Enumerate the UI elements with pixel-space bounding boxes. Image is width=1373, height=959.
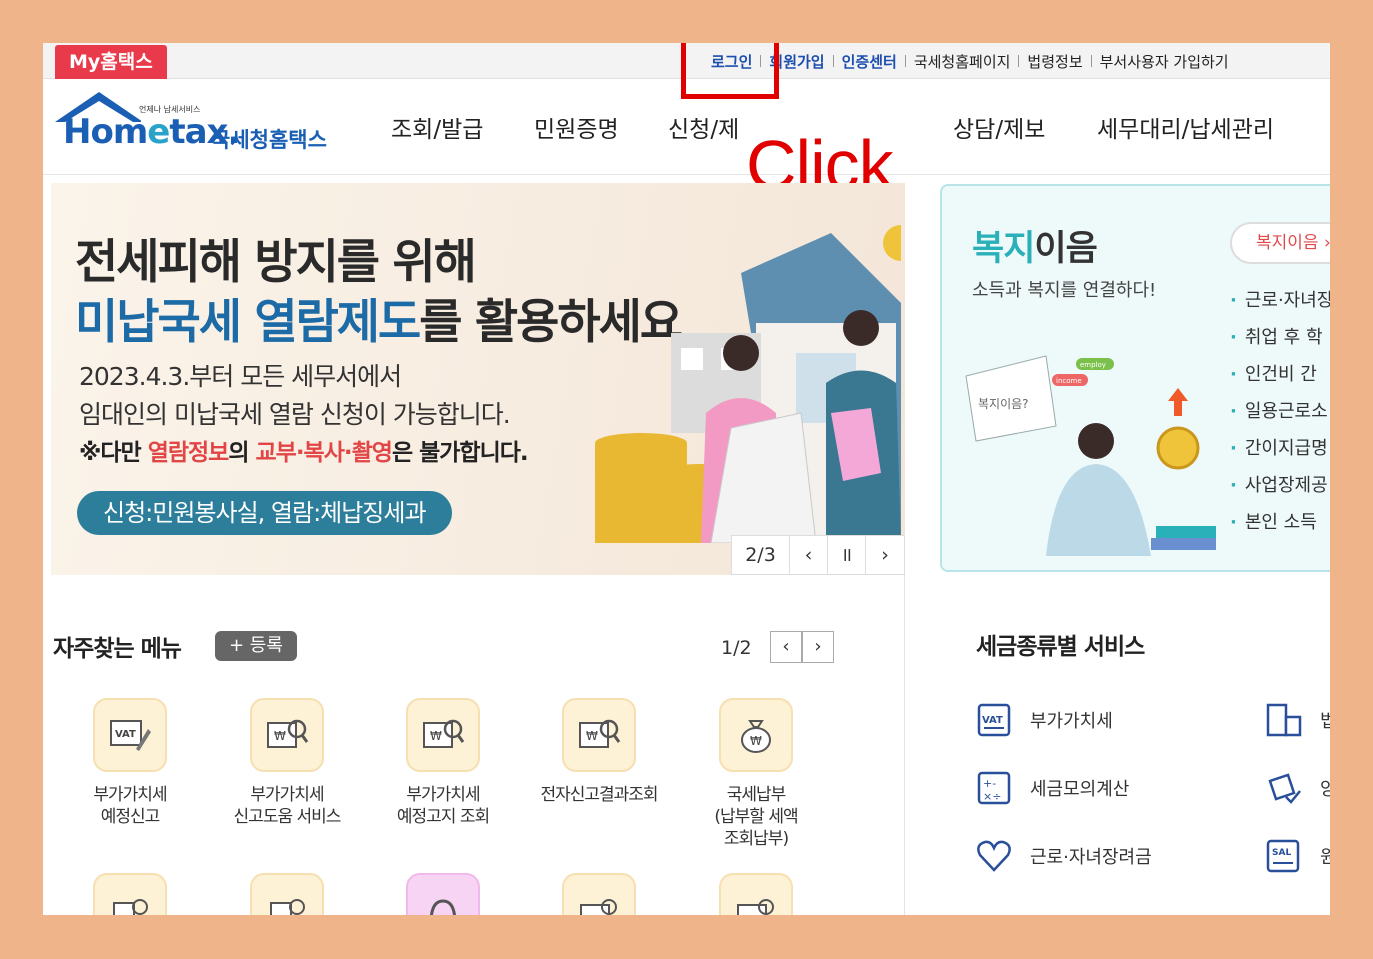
frequent-menu-item[interactable]: ₩ 부가가치세 신고도움 서비스 [212,698,362,828]
welfare-list-item[interactable]: 사업장제공 [1230,471,1330,508]
welfare-list-item[interactable]: 취업 후 학 [1230,323,1330,360]
tax-service-simulator[interactable]: +- ×÷ 세금모의계산 [976,768,1129,808]
svg-text:SAL: SAL [1272,848,1291,858]
nav-inquiry-issue[interactable]: 조회/발급 [391,110,483,144]
column-divider [904,575,905,915]
welfare-list-item[interactable]: 간이지급명 [1230,434,1330,471]
tax-service-label: 부가가치세 [1030,711,1113,732]
welfare-button[interactable]: 복지이음 › [1230,222,1330,264]
main-banner[interactable]: 전세피해 방지를 위해 미납국세 열람제도를 활용하세요 2023.4.3.부터… [51,183,905,575]
welfare-illustration: 복지이음? income employ [965,355,1216,556]
tax-service-label: 양 [1320,779,1330,800]
frequent-menu-label: 부가가치세 예정고지 조회 [396,785,490,827]
banner-title-line1: 전세피해 방지를 위해 [75,235,477,290]
banner-text-line2: 임대인의 미납국세 열람 신청이 가능합니다. [79,400,511,429]
nav-consult-report[interactable]: 상담/제보 [953,110,1045,144]
utility-links: 로그인 회원가입 인증센터 국세청홈페이지 법령정보 부서사용자 가입하기 [703,43,1237,79]
banner-controls: 2/3 ‹ ॥ › [731,535,905,575]
document-check-icon [1266,770,1302,806]
svg-text:₩: ₩ [274,729,286,743]
welfare-subtitle: 소득과 복지를 연결하다! [972,280,1157,301]
tax-service-earned-income-credit[interactable]: 근로·자녀장려금 [976,836,1152,876]
tax-service-label: 근로·자녀장려금 [1030,847,1152,868]
frequent-menu-label: 부가가치세 신고도움 서비스 [233,785,342,827]
welfare-list: 근로·자녀장 취업 후 학 인건비 간 일용근로소 간이지급명 사업장제공 본인… [1230,286,1330,545]
frequent-pager: 1/2 [721,637,752,659]
register-button[interactable]: + 등록 [215,631,297,661]
svg-text:₩: ₩ [430,729,442,743]
svg-text:₩: ₩ [750,734,762,748]
nav-civil-certificate[interactable]: 민원증명 [534,110,619,144]
won-search-icon: ₩ [250,698,324,772]
banner-text-line1: 2023.4.3.부터 모든 세무서에서 [79,362,402,391]
nts-homepage-link[interactable]: 국세청홈페이지 [906,51,1019,72]
dept-user-signup-link[interactable]: 부서사용자 가입하기 [1092,51,1237,72]
my-hometax-tab[interactable]: My홈택스 [55,45,167,79]
welfare-list-item[interactable]: 근로·자녀장 [1230,286,1330,323]
law-info-link[interactable]: 법령정보 [1019,51,1090,72]
building-search-icon[interactable] [93,873,167,915]
nav-application[interactable]: 신청/제 [668,110,739,144]
frequent-menu-title: 자주찾는 메뉴 [53,636,182,662]
frequent-prev-button[interactable]: ‹ [770,631,802,663]
salary-icon: SAL [1266,838,1302,874]
nav-tax-agent[interactable]: 세무대리/납세관리 [1097,110,1274,144]
screenshot-frame: My홈택스 로그인 회원가입 인증센터 국세청홈페이지 법령정보 부서사용자 가… [0,0,1373,959]
money-bag-icon: ₩ [719,698,793,772]
tax-service-corporate[interactable]: 법 [1266,700,1330,740]
tax-service-transfer[interactable]: 양 [1266,768,1330,808]
tax-service-label: 세금모의계산 [1030,779,1130,800]
house-people-illustration [595,225,901,543]
svg-text:income: income [1056,377,1082,385]
welfare-list-item[interactable]: 인건비 간 [1230,360,1330,397]
browser-viewport: My홈택스 로그인 회원가입 인증센터 국세청홈페이지 법령정보 부서사용자 가… [43,43,1330,915]
frequent-menu-item[interactable]: ₩ 전자신고결과조회 [524,698,674,806]
svg-text:+-: +- [983,777,996,790]
money-search-icon[interactable] [719,873,793,915]
banner-pause-button[interactable]: ॥ [828,536,866,574]
banner-pill: 신청:민원봉사실, 열람:체납징세과 [77,491,452,535]
tax-service-label: 법 [1320,711,1330,732]
login-highlight-box [681,43,779,99]
logo-korean: 국세청홈택스 [211,128,327,152]
won-search-icon: ₩ [562,698,636,772]
welfare-panel: 복지이음 소득과 복지를 연결하다! 복지이음 › 근로·자녀장 취업 후 학 … [940,184,1330,572]
building-search-icon[interactable] [250,873,324,915]
won-search-icon: ₩ [406,698,480,772]
frequent-menu-item[interactable]: ₩ 부가가치세 예정고지 조회 [368,698,518,828]
svg-text:VAT: VAT [115,729,136,740]
vat-edit-icon: VAT [93,698,167,772]
tax-service-label: 원 [1320,847,1330,868]
welfare-bubble-text: 복지이음? [978,397,1029,411]
frequent-menu-label: 부가가치세 예정신고 [93,785,167,827]
headset-icon[interactable] [406,873,480,915]
tax-service-title: 세금종류별 서비스 [976,634,1145,660]
frequent-menu-item[interactable]: ₩ 국세납부 (납부할 세액 조회납부) [681,698,831,850]
svg-text:VAT: VAT [982,715,1003,726]
money-search-icon[interactable] [562,873,636,915]
svg-text:employ: employ [1080,361,1106,369]
frequent-menu-item[interactable]: VAT 부가가치세 예정신고 [55,698,205,828]
frequent-menu-label: 국세납부 (납부할 세액 조회납부) [714,785,798,849]
vat-icon: VAT [976,702,1012,738]
svg-text:₩: ₩ [586,729,598,743]
banner-text-line3: ※다만 열람정보의 교부·복사·촬영은 불가합니다. [79,440,529,466]
tax-service-withholding[interactable]: SAL 원 [1266,836,1330,876]
calculator-icon: +- ×÷ [976,770,1012,806]
frequent-menu-label: 전자신고결과조회 [540,785,658,805]
building-icon [1266,702,1302,738]
banner-next-button[interactable]: › [866,536,904,574]
banner-prev-button[interactable]: ‹ [790,536,828,574]
welfare-list-item[interactable]: 일용근로소 [1230,397,1330,434]
welfare-title: 복지이음 [972,229,1098,269]
cert-center-link[interactable]: 인증센터 [834,51,905,72]
svg-text:×÷: ×÷ [983,790,1001,803]
hometax-logo[interactable]: 언제나 납세서비스 Hometax. 국세청홈택스 [51,88,341,158]
heart-icon [976,838,1012,874]
tax-service-vat[interactable]: VAT 부가가치세 [976,700,1113,740]
welfare-list-item[interactable]: 본인 소득 [1230,508,1330,545]
frequent-next-button[interactable]: › [802,631,834,663]
banner-counter: 2/3 [732,536,790,574]
